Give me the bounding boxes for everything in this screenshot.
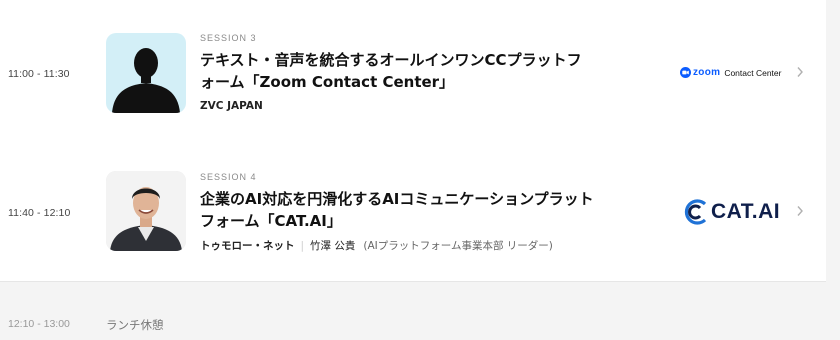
- chevron-right-icon[interactable]: [795, 66, 805, 80]
- session-title-line-2: フォーム「CAT.AI」: [200, 212, 342, 230]
- cat-ai-brand-word: CAT.AI: [711, 200, 781, 223]
- speaker-company: ZVC JAPAN: [200, 100, 263, 112]
- lunch-time: 12:10 - 13:00: [8, 318, 70, 330]
- speaker-role: (AIプラットフォーム事業本部 リーダー): [363, 240, 553, 252]
- session-number: SESSION 4: [200, 172, 257, 182]
- session-number: SESSION 3: [200, 33, 257, 43]
- chevron-right-icon[interactable]: [795, 205, 805, 219]
- session-card-3[interactable]: 11:00 - 11:30 SESSION 3 テキスト・音声を統合するオールイ…: [0, 0, 826, 144]
- speaker-name: 竹澤 公貴: [310, 240, 356, 252]
- lunch-break-label: ランチ休憩: [106, 318, 164, 332]
- session-time: 11:00 - 11:30: [8, 68, 70, 80]
- cat-ai-logo: CAT.AI: [680, 199, 780, 225]
- session-title[interactable]: テキスト・音声を統合するオールインワンCCプラットフ ォーム「Zoom Cont…: [200, 49, 620, 93]
- speaker-avatar: [106, 171, 186, 251]
- zoom-contact-center-logo: zoom Contact Center: [680, 67, 781, 78]
- zoom-brand-word: zoom: [693, 67, 721, 78]
- person-silhouette-icon: [112, 48, 180, 113]
- session-title-line-2: ォーム「Zoom Contact Center」: [200, 73, 455, 91]
- session-title-line-1: 企業のAI対応を円滑化するAIコミュニケーションプラット: [200, 190, 594, 208]
- speaker-photo: [106, 171, 186, 251]
- divider: |: [300, 240, 305, 252]
- zoom-camera-icon: [680, 67, 691, 78]
- session-card-4[interactable]: 11:40 - 12:10 SESSION 4 企業のAI対応を円滑化するAIコ…: [0, 143, 826, 282]
- speaker-info: トゥモロー・ネット | 竹澤 公貴 (AIプラットフォーム事業本部 リーダー): [200, 238, 553, 253]
- cat-ai-logo-icon: [684, 199, 707, 225]
- zoom-product-name: Contact Center: [724, 67, 782, 78]
- speaker-avatar-placeholder: [106, 33, 186, 113]
- speaker-company: トゥモロー・ネット: [200, 240, 295, 252]
- session-time: 11:40 - 12:10: [8, 207, 71, 219]
- session-title[interactable]: 企業のAI対応を円滑化するAIコミュニケーションプラット フォーム「CAT.AI…: [200, 188, 620, 232]
- session-title-line-1: テキスト・音声を統合するオールインワンCCプラットフ: [200, 51, 582, 69]
